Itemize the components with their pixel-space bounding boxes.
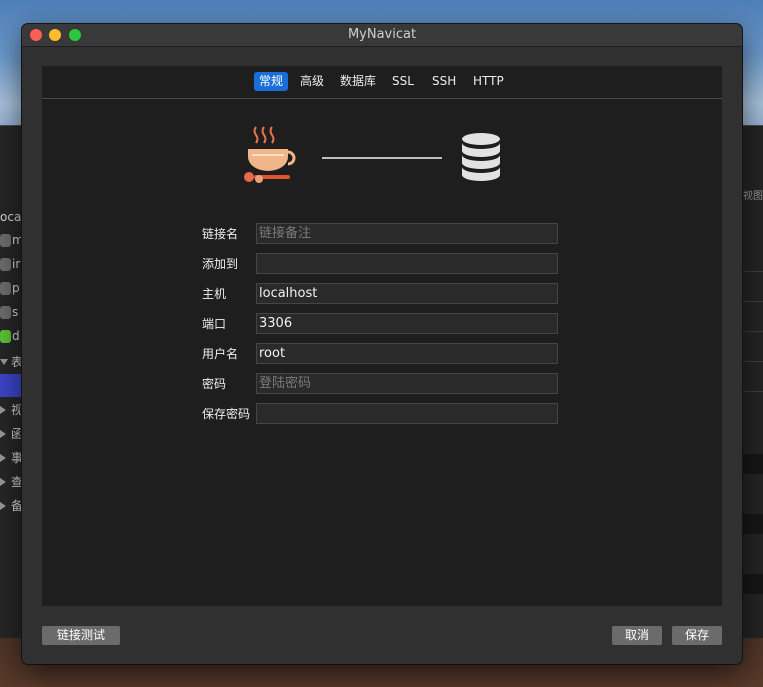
add-to-label: 添加到 — [202, 257, 239, 271]
title-bar[interactable]: MyNavicat — [22, 24, 742, 47]
tab-bar: 常规 高级 数据库 SSL SSH HTTP — [42, 66, 722, 99]
tab-http[interactable]: HTTP — [468, 72, 509, 91]
db-chip-icon — [0, 258, 11, 271]
disclosure-right-icon[interactable] — [0, 406, 6, 414]
background-item[interactable]: d — [12, 329, 20, 343]
disclosure-down-icon[interactable] — [0, 359, 8, 365]
db-chip-icon — [0, 234, 11, 247]
settings-panel: 常规 高级 数据库 SSL SSH HTTP 链接名 链接备注 添加到 主机 l… — [42, 66, 722, 606]
background-block — [741, 574, 763, 594]
tab-database[interactable]: 数据库 — [335, 72, 381, 91]
connection-illustration — [242, 123, 502, 187]
disclosure-right-icon[interactable] — [0, 454, 6, 462]
port-input[interactable] — [256, 313, 558, 334]
username-input[interactable] — [256, 343, 558, 364]
username-label: 用户名 — [202, 347, 239, 361]
connection-name-label: 链接名 — [202, 227, 239, 241]
connection-line — [322, 157, 442, 159]
tab-advanced[interactable]: 高级 — [295, 72, 329, 91]
disclosure-right-icon[interactable] — [0, 430, 6, 438]
cancel-button[interactable]: 取消 — [612, 626, 662, 645]
background-block — [741, 514, 763, 534]
host-input[interactable] — [256, 283, 558, 304]
background-divider — [741, 361, 763, 362]
connection-dialog: MyNavicat 常规 高级 数据库 SSL SSH HTTP 链接名 链接备… — [22, 24, 742, 664]
background-divider — [741, 391, 763, 392]
window-title: MyNavicat — [347, 27, 417, 42]
tab-ssh[interactable]: SSH — [427, 72, 461, 91]
connection-name-input[interactable] — [256, 223, 558, 244]
background-block — [741, 454, 763, 474]
add-to-input[interactable] — [256, 253, 558, 274]
db-chip-active-icon — [0, 330, 11, 343]
background-right-panel — [740, 126, 763, 638]
background-selected-row[interactable] — [0, 374, 22, 397]
password-input[interactable] — [256, 373, 558, 394]
database-icon — [462, 133, 500, 181]
save-password-input[interactable] — [256, 403, 558, 424]
test-connection-button[interactable]: 链接测试 — [42, 626, 120, 645]
password-label: 密码 — [202, 377, 227, 391]
background-divider — [741, 271, 763, 272]
db-chip-icon — [0, 306, 11, 319]
background-right-fragment: 视图 — [743, 191, 763, 202]
save-button[interactable]: 保存 — [672, 626, 722, 645]
db-chip-icon — [0, 282, 11, 295]
background-item[interactable]: ir — [12, 257, 20, 271]
background-item[interactable]: s — [12, 305, 18, 319]
background-header-fragment: ocal — [0, 210, 25, 224]
disclosure-right-icon[interactable] — [0, 478, 6, 486]
coffee-cup-icon — [244, 126, 296, 183]
save-password-label: 保存密码 — [202, 407, 251, 421]
tab-general[interactable]: 常规 — [254, 72, 289, 91]
tab-ssl[interactable]: SSL — [387, 72, 419, 91]
background-item[interactable]: p — [12, 281, 20, 295]
host-label: 主机 — [202, 287, 227, 301]
disclosure-right-icon[interactable] — [0, 502, 6, 510]
background-divider — [741, 301, 763, 302]
background-divider — [741, 331, 763, 332]
port-label: 端口 — [202, 317, 227, 331]
